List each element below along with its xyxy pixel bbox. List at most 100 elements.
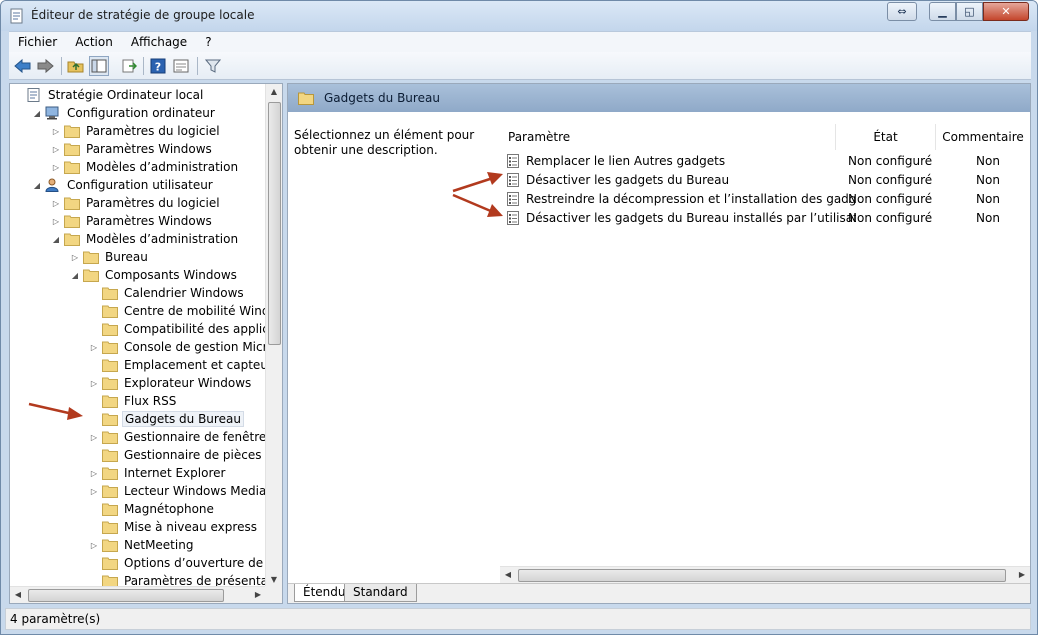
expand-arrow-icon[interactable]: ▷ <box>50 127 62 136</box>
expand-arrow-icon[interactable]: ▷ <box>50 217 62 226</box>
tree-item[interactable]: Compatibilité des applications <box>88 320 266 338</box>
minimize-icon: ▁ <box>938 5 947 18</box>
export-list-icon <box>122 59 137 73</box>
title-bar[interactable]: Éditeur de stratégie de groupe locale ⇔ … <box>1 1 1037 31</box>
setting-row[interactable]: Désactiver les gadgets du Bureau Non conf… <box>504 170 1028 189</box>
tree-item[interactable]: ▷ Paramètres Windows <box>50 140 214 158</box>
menu-fichier[interactable]: Fichier <box>9 35 66 49</box>
expand-arrow-icon[interactable]: ▷ <box>69 253 81 262</box>
setting-row[interactable]: Restreindre la décompression et l’instal… <box>504 189 1028 208</box>
menu-action[interactable]: Action <box>66 35 122 49</box>
tree-item-label: Compatibilité des applications <box>124 322 266 336</box>
properties-icon <box>173 59 189 73</box>
tree-item[interactable]: ▷ Explorateur Windows <box>88 374 253 392</box>
tree-vscroll-thumb[interactable] <box>268 102 281 345</box>
folder-icon <box>64 124 80 138</box>
tree-item[interactable]: ◢ Configuration utilisateur <box>31 176 215 194</box>
folder-icon <box>64 142 80 156</box>
tree-item[interactable]: ▷ Paramètres du logiciel <box>50 194 222 212</box>
tree-item[interactable]: ▷ Bureau <box>69 248 150 266</box>
tree-item[interactable]: ◢ Modèles d’administration <box>50 230 240 248</box>
tree-item[interactable]: ◢ Configuration ordinateur <box>31 104 217 122</box>
tree-item[interactable]: Stratégie Ordinateur local <box>12 86 205 104</box>
tree-item[interactable]: Flux RSS <box>88 392 178 410</box>
tree-item-label: Emplacement et capteurs <box>124 358 266 372</box>
tree-item-label: NetMeeting <box>124 538 194 552</box>
filter-button[interactable] <box>203 56 223 76</box>
policy-setting-icon <box>506 153 520 168</box>
resize-arrows-button[interactable]: ⇔ <box>887 2 917 21</box>
scroll-left-icon[interactable]: ◀ <box>500 567 516 583</box>
folder-icon <box>64 160 80 174</box>
expand-arrow-icon[interactable]: ▷ <box>88 541 100 550</box>
export-list-button[interactable] <box>119 56 139 76</box>
tree-item[interactable]: ▷ Lecteur Windows Media <box>88 482 266 500</box>
menu-help[interactable]: ? <box>196 35 220 49</box>
tree-item[interactable]: ▷ Modèles d’administration <box>50 158 240 176</box>
collapse-arrow-icon[interactable]: ◢ <box>31 181 43 190</box>
tree-item-label: Lecteur Windows Media <box>124 484 266 498</box>
tree-vertical-scrollbar[interactable]: ▲ ▼ <box>265 84 282 588</box>
tree-item[interactable]: ▷ Paramètres Windows <box>50 212 214 230</box>
tree-item[interactable]: Options d’ouverture de session Windows <box>88 554 266 572</box>
expand-arrow-icon[interactable]: ▷ <box>88 379 100 388</box>
folder-icon <box>102 394 118 408</box>
expand-arrow-icon[interactable]: ▷ <box>88 487 100 496</box>
column-header-etat[interactable]: État <box>836 124 936 150</box>
tree-item[interactable]: ▷ Gestionnaire de fenêtres du Bureau <box>88 428 266 446</box>
tree-item-label: Stratégie Ordinateur local <box>48 88 204 102</box>
scroll-right-icon[interactable]: ▶ <box>250 587 266 603</box>
scroll-right-icon[interactable]: ▶ <box>1014 567 1030 583</box>
setting-row[interactable]: Désactiver les gadgets du Bureau install… <box>504 208 1028 227</box>
column-header-parametre[interactable]: Paramètre <box>504 124 836 150</box>
tree-item[interactable]: Mise à niveau express <box>88 518 259 536</box>
tree-item[interactable]: Calendrier Windows <box>88 284 246 302</box>
setting-state: Non configuré <box>848 172 933 187</box>
svg-text:?: ? <box>155 61 161 74</box>
up-folder-button[interactable] <box>66 56 86 76</box>
expand-arrow-icon[interactable]: ▷ <box>50 163 62 172</box>
close-button[interactable]: ✕ <box>983 2 1029 21</box>
menu-affichage[interactable]: Affichage <box>122 35 196 49</box>
tree-hscroll-thumb[interactable] <box>28 589 224 602</box>
expand-arrow-icon[interactable]: ▷ <box>88 469 100 478</box>
tree-item[interactable]: Gestionnaire de pièces jointes <box>88 446 266 464</box>
tree-item[interactable]: ▷ NetMeeting <box>88 536 195 554</box>
tree-item[interactable]: ▷ Paramètres du logiciel <box>50 122 222 140</box>
tree-item-label: Gadgets du Bureau <box>122 411 244 427</box>
tree-item[interactable]: ▷ Internet Explorer <box>88 464 227 482</box>
scroll-left-icon[interactable]: ◀ <box>10 587 26 603</box>
tree-horizontal-scrollbar[interactable]: ◀ ▶ <box>10 586 266 603</box>
maximize-button[interactable]: ◱ <box>956 2 983 21</box>
collapse-arrow-icon[interactable]: ◢ <box>31 109 43 118</box>
collapse-arrow-icon[interactable]: ◢ <box>69 271 81 280</box>
user-icon <box>45 178 61 192</box>
minimize-button[interactable]: ▁ <box>929 2 956 21</box>
tab-standard[interactable]: Standard <box>344 584 417 602</box>
back-button[interactable] <box>13 56 33 76</box>
folder-icon <box>83 268 99 282</box>
collapse-arrow-icon[interactable]: ◢ <box>50 235 62 244</box>
application-window: Éditeur de stratégie de groupe locale ⇔ … <box>0 0 1038 635</box>
show-hide-tree-button[interactable] <box>89 56 109 76</box>
properties-button[interactable] <box>171 56 191 76</box>
list-horizontal-scrollbar[interactable]: ◀ ▶ <box>500 566 1030 583</box>
details-pane: Gadgets du Bureau Sélectionnez un élémen… <box>287 83 1031 604</box>
scroll-up-icon[interactable]: ▲ <box>266 84 282 100</box>
column-header-commentaire[interactable]: Commentaire <box>936 124 1030 150</box>
tree-item[interactable]: Emplacement et capteurs <box>88 356 266 374</box>
tree-item[interactable]: Magnétophone <box>88 500 216 518</box>
expand-arrow-icon[interactable]: ▷ <box>50 199 62 208</box>
filter-icon <box>205 59 221 73</box>
help-button[interactable]: ? <box>148 56 168 76</box>
list-hscroll-thumb[interactable] <box>518 569 1006 582</box>
expand-arrow-icon[interactable]: ▷ <box>50 145 62 154</box>
expand-arrow-icon[interactable]: ▷ <box>88 433 100 442</box>
tree-item[interactable]: ▷ Console de gestion Microsoft <box>88 338 266 356</box>
tree-item[interactable]: Gadgets du Bureau <box>88 410 244 428</box>
tree-item[interactable]: ◢ Composants Windows <box>69 266 239 284</box>
tree-item[interactable]: Centre de mobilité Windows <box>88 302 266 320</box>
expand-arrow-icon[interactable]: ▷ <box>88 343 100 352</box>
setting-row[interactable]: Remplacer le lien Autres gadgets Non conf… <box>504 151 1028 170</box>
forward-button[interactable] <box>35 56 55 76</box>
